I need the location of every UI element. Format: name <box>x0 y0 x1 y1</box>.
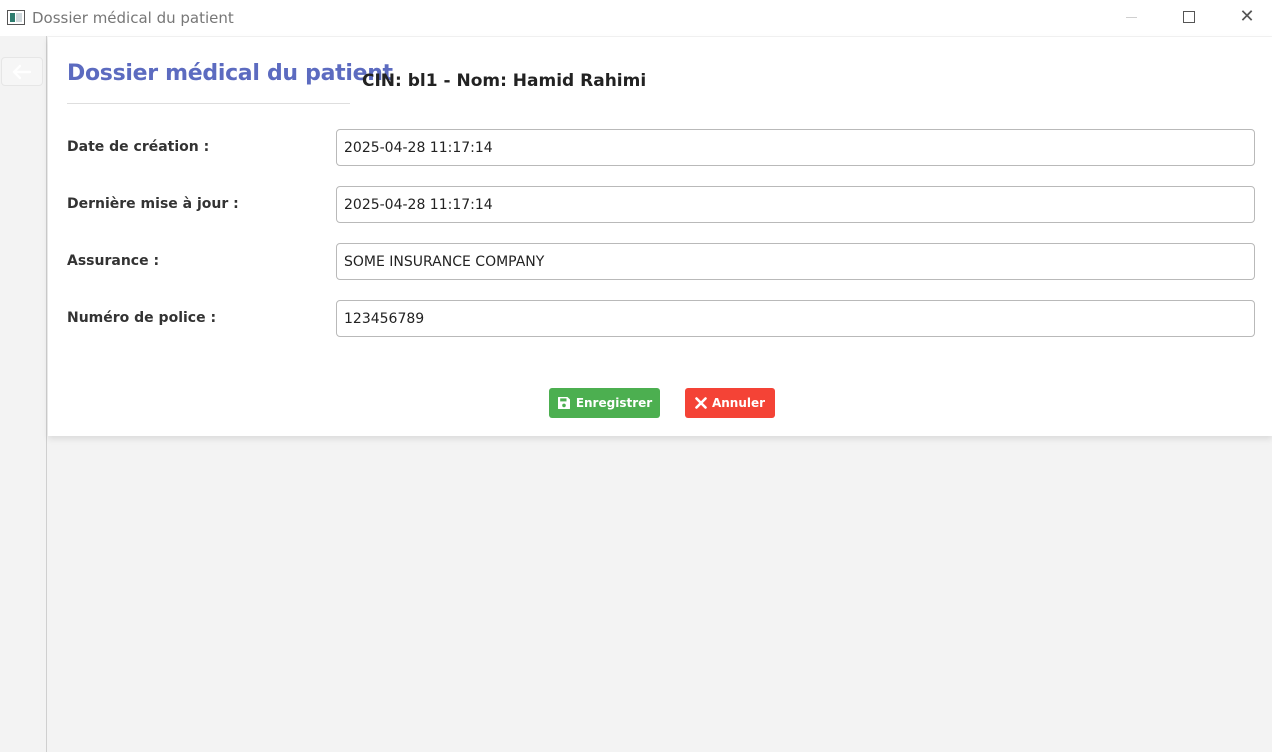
creation-date-field[interactable] <box>336 129 1255 166</box>
creation-date-label: Date de création : <box>67 139 210 155</box>
app-window-icon <box>7 10 25 25</box>
floppy-disk-icon <box>557 396 571 410</box>
maximize-button[interactable] <box>1160 0 1218 34</box>
cancel-button[interactable]: Annuler <box>685 388 775 418</box>
left-nav-strip <box>0 36 47 752</box>
insurance-field[interactable] <box>336 243 1255 280</box>
minimize-button[interactable] <box>1102 0 1160 34</box>
last-update-label: Dernière mise à jour : <box>67 196 239 212</box>
window-title-bar: Dossier médical du patient ✕ <box>0 0 1272 36</box>
x-icon <box>695 397 707 409</box>
maximize-icon <box>1183 11 1195 23</box>
close-button[interactable]: ✕ <box>1218 0 1272 34</box>
close-icon: ✕ <box>1239 6 1255 27</box>
window-title: Dossier médical du patient <box>32 9 234 27</box>
title-divider <box>67 103 350 104</box>
patient-info: CIN: bl1 - Nom: Hamid Rahimi <box>362 71 647 91</box>
arrow-left-icon <box>12 64 32 79</box>
save-button[interactable]: Enregistrer <box>549 388 660 418</box>
policy-number-label: Numéro de police : <box>67 310 217 326</box>
last-update-field[interactable] <box>336 186 1255 223</box>
medical-record-card: Dossier médical du patient CIN: bl1 - No… <box>48 37 1272 436</box>
save-button-label: Enregistrer <box>575 396 653 410</box>
cancel-button-label: Annuler <box>711 396 766 410</box>
insurance-label: Assurance : <box>67 253 160 269</box>
page-title: Dossier médical du patient <box>67 61 393 86</box>
minimize-icon <box>1125 16 1137 18</box>
policy-number-field[interactable] <box>336 300 1255 337</box>
back-button[interactable] <box>1 57 43 86</box>
